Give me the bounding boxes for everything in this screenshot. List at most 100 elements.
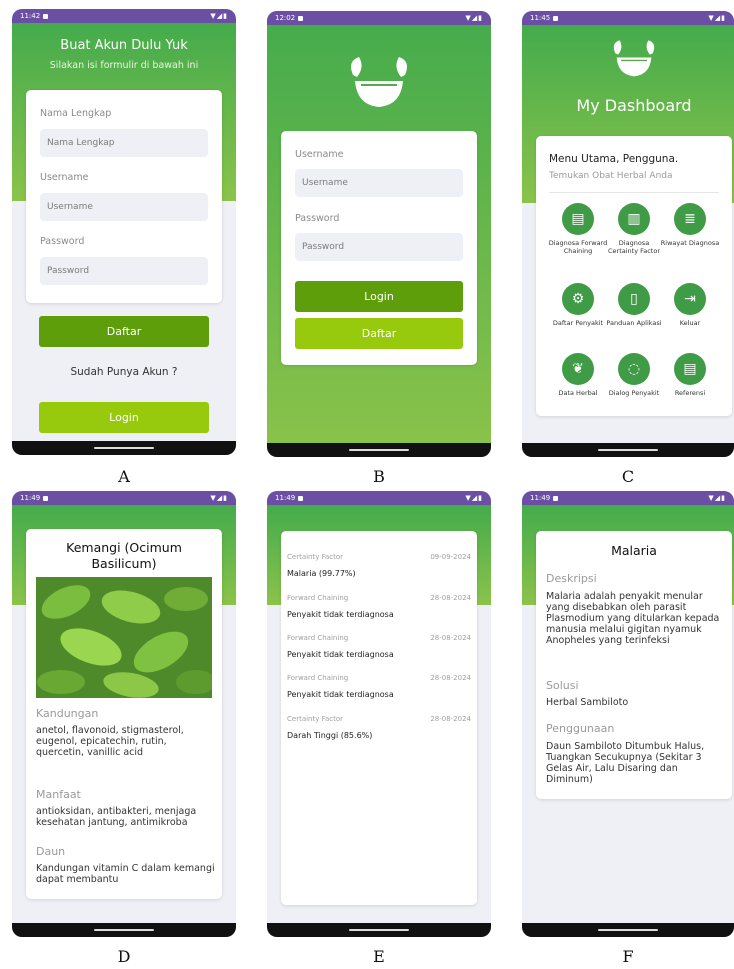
home-indicator[interactable] xyxy=(349,449,409,451)
screen-login: 12:02 ▼◢▮ Username Username Password Pas… xyxy=(267,11,491,457)
history-result: Penyakit tidak terdiagnosa xyxy=(287,610,394,619)
nav-bar xyxy=(12,923,236,937)
signal-battery-icon: ▼◢▮ xyxy=(210,12,228,20)
password-label: Password xyxy=(40,236,85,247)
home-indicator[interactable] xyxy=(94,447,154,449)
username-label: Username xyxy=(40,172,89,183)
menu-item-label: Dialog Penyakit xyxy=(608,389,660,397)
notification-icon xyxy=(298,15,304,21)
screen-dashboard: 11:45 ▼◢▮ My Dashboard Menu Utama, Pengg… xyxy=(522,11,734,457)
caption-f: F xyxy=(622,947,634,966)
nav-bar xyxy=(522,923,734,937)
menu-item-keluar[interactable]: ⇥ Keluar xyxy=(660,283,720,327)
notification-icon xyxy=(43,495,49,501)
menu-item-dialog-penyakit[interactable]: ◌ Dialog Penyakit xyxy=(604,353,664,397)
username-input[interactable]: Username xyxy=(40,193,208,221)
home-indicator[interactable] xyxy=(94,929,154,931)
deskripsi-text: Malaria adalah penyakit menular yang dis… xyxy=(546,591,720,646)
page-subtitle: Silakan isi formulir di bawah ini xyxy=(49,60,199,71)
name-input[interactable]: Nama Lengkap xyxy=(40,129,208,157)
herbal-photo xyxy=(36,577,212,698)
notification-icon xyxy=(553,15,559,21)
penggunaan-label: Penggunaan xyxy=(546,722,615,735)
herbal-bowl-logo-icon xyxy=(351,57,407,107)
manfaat-label: Manfaat xyxy=(36,788,81,801)
signal-battery-icon: ▼◢▮ xyxy=(708,494,726,502)
name-label: Nama Lengkap xyxy=(40,108,112,119)
caption-a: A xyxy=(118,467,130,486)
history-type: Forward Chaining xyxy=(287,594,349,602)
login-button[interactable]: Login xyxy=(39,402,209,433)
username-input[interactable]: Username xyxy=(295,169,463,197)
password-input[interactable]: Password xyxy=(40,257,208,285)
history-type: Certainty Factor xyxy=(287,553,344,561)
menu-item-data-herbal[interactable]: ❦ Data Herbal xyxy=(548,353,608,397)
history-result: Darah Tinggi (85.6%) xyxy=(287,731,373,740)
menu-item-diagnosa-certainty-factor[interactable]: ▥ Diagnosa Certainty Factor xyxy=(604,203,664,255)
menu-item-label: Data Herbal xyxy=(558,389,598,397)
status-bar: 11:49 ▼◢▮ xyxy=(522,491,734,505)
menu-item-label: Panduan Aplikasi xyxy=(606,319,662,327)
daun-text: Kandungan vitamin C dalam kemangi dapat … xyxy=(36,863,215,885)
stack-icon: ≣ xyxy=(674,203,706,235)
screen-register: 11:42 ▼◢▮ Buat Akun Dulu Yuk Silakan isi… xyxy=(12,9,236,455)
solusi-label: Solusi xyxy=(546,679,579,692)
menu-item-daftar-penyakit[interactable]: ⚙ Daftar Penyakit xyxy=(548,283,608,327)
status-bar: 11:42 ▼◢▮ xyxy=(12,9,236,23)
manfaat-text: antioksidan, antibakteri, menjaga keseha… xyxy=(36,806,197,828)
home-indicator[interactable] xyxy=(598,449,658,451)
clipboard-check-icon: ▥ xyxy=(618,203,650,235)
menu-item-riwayat-diagnosa[interactable]: ≣ Riwayat Diagnosa xyxy=(660,203,720,247)
nav-bar xyxy=(267,443,491,457)
herbal-card: Kemangi (Ocimum Basilicum) Kandungan ane… xyxy=(26,529,222,899)
login-button[interactable]: Login xyxy=(295,281,463,312)
history-type: Forward Chaining xyxy=(287,634,349,642)
list-item[interactable]: Forward Chaining 28-08-2024 Penyakit tid… xyxy=(281,634,477,666)
signal-battery-icon: ▼◢▮ xyxy=(465,14,483,22)
document-icon: ▯ xyxy=(618,283,650,315)
history-result: Penyakit tidak terdiagnosa xyxy=(287,690,394,699)
status-time: 12:02 xyxy=(275,14,296,22)
status-bar: 11:45 ▼◢▮ xyxy=(522,11,734,25)
screen-disease-detail: 11:49 ▼◢▮ Malaria Deskripsi Malaria adal… xyxy=(522,491,734,937)
nav-bar xyxy=(267,923,491,937)
history-list: Certainty Factor 09-09-2024 Malaria (99.… xyxy=(281,531,477,905)
menu-item-referensi[interactable]: ▤ Referensi xyxy=(660,353,720,397)
list-item[interactable]: Certainty Factor 28-08-2024 Darah Tinggi… xyxy=(281,715,477,747)
clipboard-icon: ▤ xyxy=(562,203,594,235)
greeting-text: Menu Utama, Pengguna. xyxy=(549,153,679,165)
history-result: Penyakit tidak terdiagnosa xyxy=(287,650,394,659)
status-bar: 11:49 ▼◢▮ xyxy=(12,491,236,505)
home-indicator[interactable] xyxy=(349,929,409,931)
kandungan-label: Kandungan xyxy=(36,707,99,720)
list-item[interactable]: Forward Chaining 28-08-2024 Penyakit tid… xyxy=(281,594,477,626)
history-result: Malaria (99.77%) xyxy=(287,569,356,578)
list-item[interactable]: Forward Chaining 28-08-2024 Penyakit tid… xyxy=(281,674,477,706)
password-label: Password xyxy=(295,213,340,224)
daun-label: Daun xyxy=(36,845,66,858)
register-button[interactable]: Daftar xyxy=(39,316,209,347)
history-date: 28-08-2024 xyxy=(430,674,471,682)
menu-panel: Menu Utama, Pengguna. Temukan Obat Herba… xyxy=(536,136,732,416)
register-button[interactable]: Daftar xyxy=(295,318,463,349)
leaf-icon: ❦ xyxy=(562,353,594,385)
password-input[interactable]: Password xyxy=(295,233,463,261)
menu-item-label: Referensi xyxy=(674,389,706,397)
dashboard-title: My Dashboard xyxy=(576,96,692,115)
history-date: 09-09-2024 xyxy=(430,553,471,561)
solusi-text: Herbal Sambiloto xyxy=(546,697,629,708)
chat-icon: ◌ xyxy=(618,353,650,385)
caption-e: E xyxy=(373,947,385,966)
menu-item-diagnosa-forward-chaining[interactable]: ▤ Diagnosa Forward Chaining xyxy=(548,203,608,255)
status-time: 11:49 xyxy=(530,494,551,502)
nav-bar xyxy=(522,443,734,457)
list-item[interactable]: Certainty Factor 09-09-2024 Malaria (99.… xyxy=(281,553,477,585)
status-time: 11:49 xyxy=(275,494,296,502)
home-indicator[interactable] xyxy=(598,929,658,931)
notification-icon xyxy=(43,13,49,19)
caption-c: C xyxy=(621,467,635,486)
gear-icon: ⚙ xyxy=(562,283,594,315)
menu-item-panduan-aplikasi[interactable]: ▯ Panduan Aplikasi xyxy=(604,283,664,327)
logout-icon: ⇥ xyxy=(674,283,706,315)
menu-item-label: Riwayat Diagnosa xyxy=(660,239,720,247)
